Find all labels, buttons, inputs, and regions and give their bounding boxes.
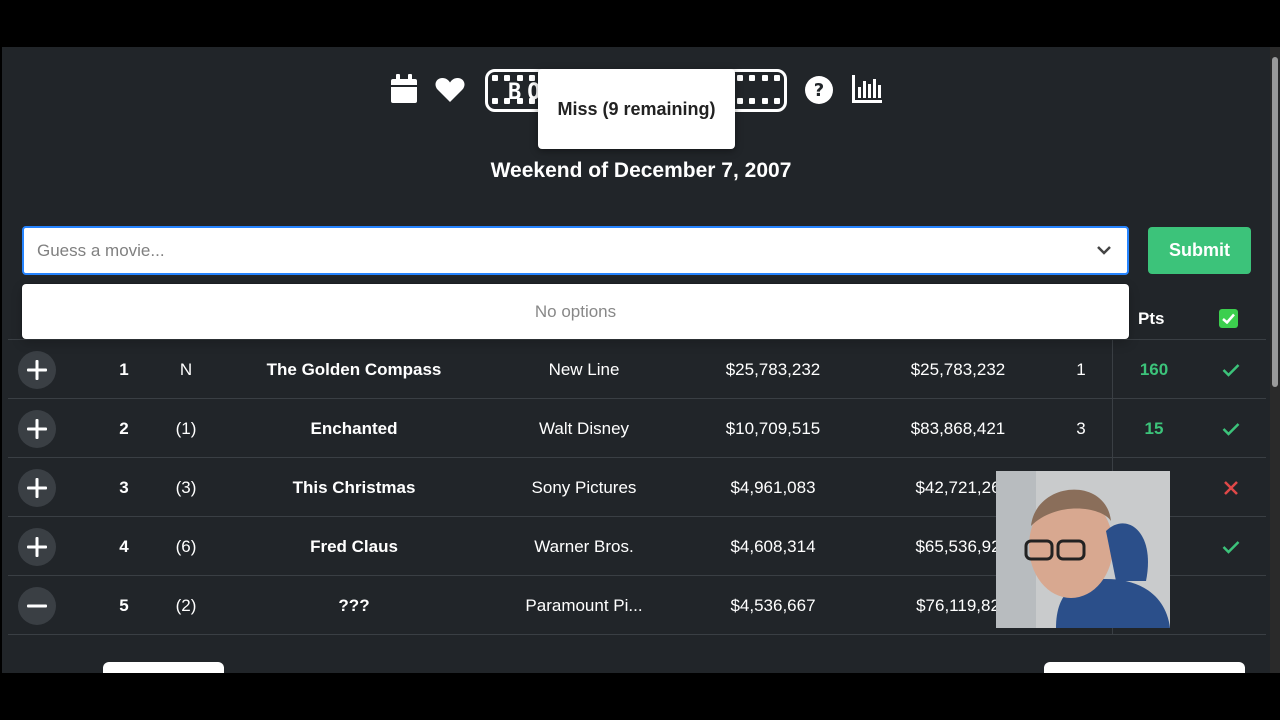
plus-button[interactable] [17, 458, 57, 517]
rank-cell: 3 [119, 477, 129, 497]
weekend-gross-cell: $4,536,667 [730, 595, 816, 615]
bottom-right-control[interactable] [1044, 662, 1245, 673]
title-cell: ??? [338, 595, 370, 615]
calendar-icon[interactable] [390, 74, 418, 109]
table-row: 2 (1) Enchanted Walt Disney $10,709,515 $83,8… [8, 399, 1266, 458]
column-divider [1112, 399, 1113, 458]
minus-button[interactable] [17, 576, 57, 635]
distributor-cell: Paramount Pi... [525, 595, 643, 615]
plus-icon [18, 468, 56, 507]
previous-rank-cell: (2) [175, 595, 197, 615]
rank-cell: 5 [119, 595, 129, 615]
page-scrollbar[interactable] [1270, 47, 1280, 673]
total-gross-cell: $83,868,421 [910, 418, 1006, 438]
app-viewport: BO ? Miss (9 remaining) Weekend of Decem… [2, 47, 1280, 673]
title-cell: Enchanted [310, 418, 398, 438]
plus-button[interactable] [17, 517, 57, 576]
mark-cell [1213, 576, 1249, 635]
webcam-overlay [996, 471, 1170, 628]
distributor-cell: Warner Bros. [534, 536, 634, 556]
bottom-left-control[interactable] [103, 662, 224, 673]
miss-toast: Miss (9 remaining) [538, 69, 735, 149]
title-cell: The Golden Compass [266, 359, 442, 379]
scroll-thumb[interactable] [1272, 57, 1278, 387]
stats-icon[interactable] [852, 75, 882, 108]
plus-button[interactable] [17, 340, 57, 399]
weekend-gross-cell: $4,961,083 [730, 477, 816, 497]
weekend-gross-cell: $4,608,314 [730, 536, 816, 556]
check-icon [1213, 517, 1249, 576]
plus-icon [18, 409, 56, 448]
previous-rank-cell: N [179, 359, 193, 379]
total-gross-cell: $25,783,232 [910, 359, 1006, 379]
chevron-down-icon[interactable] [1095, 241, 1113, 264]
weeks-cell: 3 [1076, 418, 1086, 438]
dropdown-no-options: No options [22, 284, 1129, 339]
help-icon[interactable]: ? [804, 75, 834, 110]
plus-icon [18, 350, 56, 389]
previous-rank-cell: (6) [175, 536, 197, 556]
svg-text:?: ? [814, 80, 824, 101]
distributor-cell: Walt Disney [538, 418, 630, 438]
plus-icon [18, 527, 56, 566]
column-divider [1112, 340, 1113, 399]
weekend-gross-cell: $25,783,232 [725, 359, 821, 379]
header-pts: Pts [1138, 309, 1165, 328]
points-cell: 160 [1139, 359, 1169, 379]
heart-icon[interactable] [435, 77, 465, 108]
header-check-icon [1219, 309, 1238, 328]
plus-button[interactable] [17, 399, 57, 458]
title-cell: This Christmas [292, 477, 416, 497]
previous-rank-cell: (1) [175, 418, 197, 438]
check-icon [1213, 399, 1249, 458]
weeks-cell: 1 [1076, 359, 1086, 379]
distributor-cell: New Line [548, 359, 620, 379]
guess-select[interactable]: Guess a movie... [22, 226, 1129, 275]
cross-icon [1213, 458, 1249, 517]
rank-cell: 4 [119, 536, 129, 556]
weekend-gross-cell: $10,709,515 [725, 418, 821, 438]
distributor-cell: Sony Pictures [531, 477, 637, 497]
check-icon [1213, 340, 1249, 399]
title-cell: Fred Claus [310, 536, 398, 556]
rank-cell: 1 [119, 359, 129, 379]
guess-placeholder: Guess a movie... [37, 241, 165, 260]
points-cell: 15 [1144, 418, 1164, 438]
previous-rank-cell: (3) [175, 477, 197, 497]
rank-cell: 2 [119, 418, 129, 438]
weekend-heading: Weekend of December 7, 2007 [490, 159, 792, 182]
minus-icon [18, 586, 56, 625]
table-row: 1 N The Golden Compass New Line $25,783,232 $… [8, 340, 1266, 399]
submit-button[interactable]: Submit [1148, 227, 1251, 274]
